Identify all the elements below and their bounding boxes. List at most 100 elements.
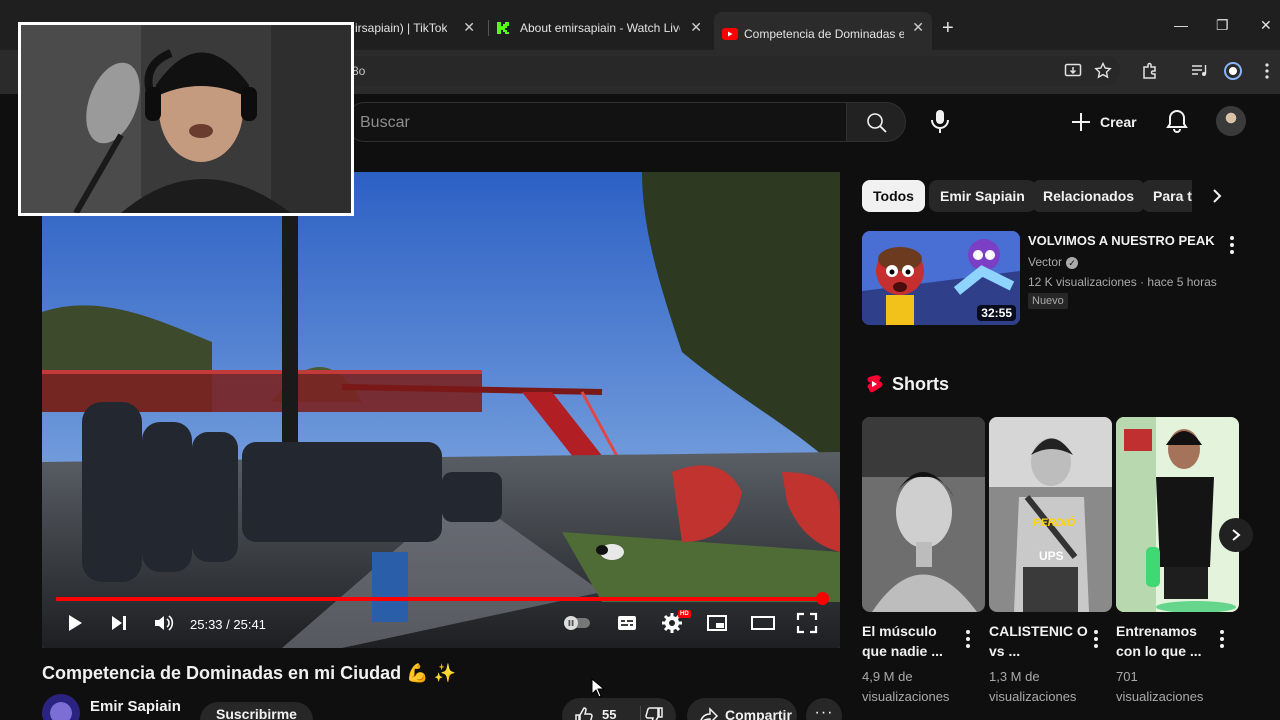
- next-video-icon[interactable]: [108, 612, 130, 634]
- chevron-right-icon[interactable]: [1208, 186, 1226, 206]
- search-button[interactable]: [846, 102, 906, 142]
- hd-badge: HD: [678, 610, 691, 618]
- short-title-2[interactable]: CALISTENIC O vs ...: [989, 621, 1089, 661]
- notifications-bell-icon[interactable]: [1164, 108, 1190, 134]
- close-window-button[interactable]: ✕: [1260, 17, 1272, 34]
- like-thumb-up-icon[interactable]: [574, 706, 594, 720]
- short-thumbnail-2[interactable]: PERDIÓ UPS: [989, 417, 1112, 612]
- tab-close-icon[interactable]: ✕: [690, 19, 702, 36]
- channel-avatar[interactable]: [42, 694, 80, 720]
- short-menu-icon[interactable]: [1094, 630, 1098, 651]
- kick-icon: [497, 22, 509, 34]
- scrubber-handle[interactable]: [815, 592, 829, 605]
- chip-relacionados[interactable]: Relacionados: [1032, 180, 1146, 212]
- tab-title: About emirsapiain - Watch Live: [520, 21, 680, 35]
- video-player[interactable]: 25:33 / 25:41 HD: [42, 172, 840, 648]
- share-arrow-icon: [700, 707, 719, 720]
- search-placeholder: Buscar: [360, 114, 410, 131]
- youtube-icon: [722, 28, 738, 40]
- account-avatar[interactable]: [1216, 106, 1246, 136]
- time-display: 25:33 / 25:41: [190, 617, 266, 632]
- miniplayer-icon[interactable]: [706, 612, 728, 634]
- short-title-1[interactable]: El músculo que nadie ...: [862, 621, 962, 661]
- short-image-3: [1116, 417, 1239, 612]
- new-tab-button[interactable]: +: [942, 17, 954, 40]
- subscribe-button[interactable]: Suscribirme: [200, 702, 313, 720]
- progress-bar[interactable]: [56, 592, 829, 605]
- extensions-puzzle-icon[interactable]: [1141, 62, 1159, 80]
- dislike-thumb-down-icon[interactable]: [644, 706, 664, 720]
- profile-icon[interactable]: [1224, 62, 1242, 80]
- microphone-icon[interactable]: [926, 106, 954, 138]
- omnibox[interactable]: 8o: [340, 56, 1120, 86]
- search-input[interactable]: Buscar: [345, 102, 847, 142]
- recommended-title[interactable]: VOLVIMOS A NUESTRO PEAK: [1028, 233, 1215, 248]
- share-label: Compartir: [725, 707, 792, 720]
- short-thumbnail-3[interactable]: [1116, 417, 1239, 612]
- short-image-1: [862, 417, 985, 612]
- verified-check-icon: ✓: [1066, 256, 1079, 269]
- autoplay-toggle-icon[interactable]: [562, 612, 592, 634]
- tab-close-icon[interactable]: ✕: [912, 19, 924, 36]
- tab-kick[interactable]: About emirsapiain - Watch Live ✕: [496, 12, 710, 44]
- recommended-menu-icon[interactable]: [1230, 236, 1234, 257]
- progress-played: [56, 597, 822, 601]
- new-badge: Nuevo: [1028, 293, 1068, 309]
- recommended-channel-name: Vector: [1028, 255, 1063, 269]
- create-label: Crear: [1100, 114, 1137, 130]
- volume-icon[interactable]: [152, 612, 174, 634]
- short-image-2: [989, 417, 1112, 612]
- recommended-channel[interactable]: Vector ✓: [1028, 255, 1079, 269]
- short-views-3: 701 visualizaciones: [1116, 669, 1204, 704]
- chevron-right-icon: [1232, 529, 1241, 541]
- webcam-image: [21, 25, 351, 213]
- tab-title: Competencia de Dominadas en: [744, 27, 904, 41]
- shorts-logo-icon: [867, 375, 883, 393]
- like-dislike-group: 55: [562, 698, 676, 720]
- tab-title: ...irsapiain) | TikTok: [345, 21, 448, 35]
- channel-name[interactable]: Emir Sapiain: [90, 698, 181, 715]
- short-title-3[interactable]: Entrenamos con lo que ...: [1116, 621, 1216, 661]
- browser-menu-icon[interactable]: [1258, 62, 1276, 80]
- like-divider: [640, 706, 641, 720]
- short-thumbnail-1[interactable]: [862, 417, 985, 612]
- create-button[interactable]: Crear: [1070, 102, 1137, 142]
- media-control-icon[interactable]: [1190, 62, 1208, 80]
- restore-button[interactable]: ❐: [1216, 17, 1229, 34]
- filter-chips: Todos Emir Sapiain Relacionados Para t: [862, 180, 1192, 212]
- video-title: Competencia de Dominadas en mi Ciudad 💪 …: [42, 663, 456, 683]
- shorts-heading: Shorts: [892, 374, 950, 394]
- video-duration: 32:55: [977, 305, 1016, 321]
- streamer-webcam-overlay: [18, 22, 354, 216]
- short-overlay-top: PERDIÓ: [1033, 517, 1076, 529]
- short-overlay-bottom: UPS: [1039, 549, 1064, 563]
- screen: ...irsapiain) | TikTok ✕ About emirsapia…: [0, 0, 1280, 720]
- theater-mode-icon[interactable]: [750, 612, 776, 634]
- bookmark-star-icon[interactable]: [1094, 62, 1112, 80]
- play-icon[interactable]: [64, 612, 86, 634]
- recommended-meta: 12 K visualizaciones · hace 5 horas: [1028, 275, 1217, 289]
- shorts-next-button[interactable]: [1219, 518, 1253, 552]
- like-count: 55: [602, 707, 617, 720]
- mouse-cursor-icon: [591, 678, 605, 698]
- more-actions-button[interactable]: ···: [806, 698, 842, 720]
- chip-emir-sapiain[interactable]: Emir Sapiain: [929, 180, 1036, 212]
- short-menu-icon[interactable]: [1220, 630, 1224, 651]
- recommended-thumbnail[interactable]: 32:55: [862, 231, 1020, 325]
- install-app-icon[interactable]: [1064, 62, 1082, 80]
- tab-close-icon[interactable]: ✕: [463, 19, 475, 36]
- tab-tiktok[interactable]: ...irsapiain) | TikTok ✕: [345, 12, 483, 44]
- video-frame: [42, 172, 840, 648]
- short-views-1: 4,9 M de visualizaciones: [862, 669, 950, 704]
- url-text: 8o: [352, 64, 366, 78]
- share-button[interactable]: Compartir: [687, 698, 797, 720]
- chip-para-ti[interactable]: Para t: [1142, 180, 1192, 212]
- fullscreen-icon[interactable]: [796, 612, 818, 634]
- minimize-button[interactable]: —: [1174, 17, 1188, 33]
- short-menu-icon[interactable]: [966, 630, 970, 651]
- tab-divider: [488, 20, 489, 36]
- search-icon: [867, 113, 887, 133]
- chip-todos[interactable]: Todos: [862, 180, 925, 212]
- subtitles-icon[interactable]: [616, 612, 638, 634]
- short-views-2: 1,3 M de visualizaciones: [989, 669, 1077, 704]
